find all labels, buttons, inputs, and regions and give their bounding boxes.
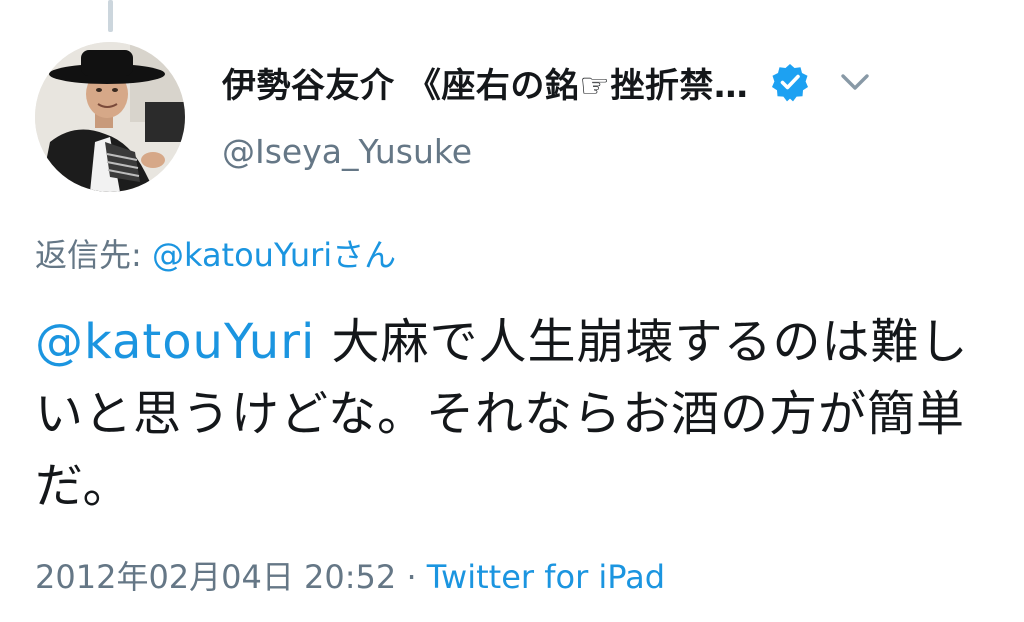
author-name-row: 伊勢谷友介 《座右の銘☞挫折禁… [222, 54, 1004, 110]
meta-separator: · [396, 558, 427, 596]
tweet-text: @katouYuri 大麻で人生崩壊するのは難しいと思うけどな。それならお酒の方… [35, 306, 995, 522]
replying-to-prefix: 返信先: [35, 236, 152, 274]
tweet-timestamp[interactable]: 2012年02月04日 20:52 [35, 558, 396, 596]
replying-to: 返信先: @katouYuriさん [35, 230, 396, 276]
tweet-header: 伊勢谷友介 《座右の銘☞挫折禁… @Iseya_Yusuke [222, 54, 1004, 204]
tweet-meta: 2012年02月04日 20:52 · Twitter for iPad [35, 552, 665, 598]
author-display-name[interactable]: 伊勢谷友介 《座右の銘☞挫折禁… [222, 58, 748, 107]
verified-badge-icon [772, 64, 809, 102]
chevron-down-icon[interactable] [838, 65, 872, 99]
profile-photo-icon [35, 42, 185, 192]
avatar[interactable] [35, 42, 185, 192]
author-handle[interactable]: @Iseya_Yusuke [222, 132, 1004, 171]
replying-to-suffix: さん [332, 236, 397, 274]
tweet-mention-link[interactable]: @katouYuri [35, 314, 315, 370]
tweet-source-link[interactable]: Twitter for iPad [427, 558, 665, 596]
replying-to-mention-link[interactable]: @katouYuri [152, 236, 332, 274]
thread-connector-line [108, 0, 113, 32]
